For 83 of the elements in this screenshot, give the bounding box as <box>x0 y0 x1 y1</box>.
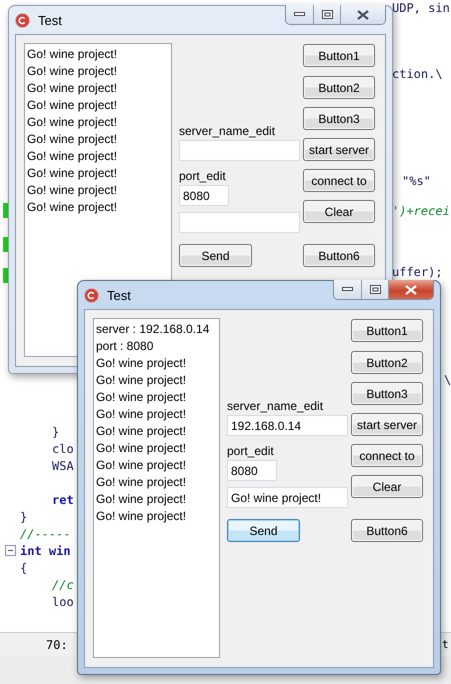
field-label: server_name_edit <box>179 123 276 140</box>
field-label: port_edit <box>179 168 227 185</box>
maximize-button[interactable] <box>313 5 340 24</box>
maximize-icon <box>322 10 332 19</box>
field-label: server_name_edit <box>227 398 324 415</box>
log-line: Go! wine project! <box>96 508 188 525</box>
message-field[interactable]: Go! wine project! <box>227 487 348 508</box>
field-label: port_edit <box>227 443 275 460</box>
log-line: Go! wine project! <box>27 80 118 97</box>
window-title: Test <box>107 288 131 302</box>
server-name-field[interactable]: 192.168.0.14 <box>227 415 348 436</box>
push-button[interactable]: Button1 <box>303 44 375 67</box>
code-text: { <box>20 560 28 577</box>
log-line: Go! wine project! <box>27 182 118 199</box>
log-line: Go! wine project! <box>96 474 188 491</box>
close-button[interactable] <box>388 280 433 299</box>
minimize-icon <box>294 12 305 17</box>
push-button[interactable]: start server <box>303 138 375 161</box>
app-icon <box>15 12 30 28</box>
push-button[interactable]: Button6 <box>351 519 423 542</box>
push-button[interactable]: Button1 <box>351 319 423 342</box>
log-line: Go! wine project! <box>27 148 118 165</box>
log-line: Go! wine project! <box>96 372 188 389</box>
log-line: Go! wine project! <box>96 491 188 508</box>
code-text: WSA <box>52 458 74 475</box>
push-button[interactable]: Button3 <box>303 107 375 130</box>
log-line: Go! wine project! <box>27 114 118 131</box>
log-line: Go! wine project! <box>27 63 118 80</box>
log-line: Go! wine project! <box>27 165 118 182</box>
log-line: Go! wine project! <box>27 46 118 63</box>
port-field[interactable]: 8080 <box>227 460 277 481</box>
log-line: Go! wine project! <box>96 355 188 372</box>
collapse-icon[interactable] <box>5 545 16 556</box>
push-button[interactable]: start server <box>351 413 423 436</box>
log-line: Go! wine project! <box>96 423 188 440</box>
push-button[interactable]: connect to <box>351 444 423 467</box>
log-line: port : 8080 <box>96 338 154 355</box>
cursor-position: 70: <box>46 638 68 652</box>
code-text: ')+recei <box>392 203 450 220</box>
push-button[interactable]: Button6 <box>303 244 375 267</box>
code-text: \ <box>444 372 451 389</box>
code-text: //c <box>52 577 74 594</box>
maximize-icon <box>370 285 380 294</box>
log-line: Go! wine project! <box>96 389 188 406</box>
log-line: Go! wine project! <box>27 97 118 114</box>
log-line: Go! wine project! <box>27 199 118 216</box>
code-text: "%s" <box>402 173 431 190</box>
push-button[interactable]: connect to <box>303 169 375 192</box>
maximize-button[interactable] <box>361 280 388 299</box>
log-line: Go! wine project! <box>27 131 118 148</box>
close-icon <box>357 10 369 20</box>
send-button[interactable]: Send <box>179 244 252 267</box>
log-list[interactable] <box>93 318 220 658</box>
window-title: Test <box>38 12 62 28</box>
code-text: } <box>20 509 28 526</box>
log-line: Go! wine project! <box>96 457 188 474</box>
log-line: Go! wine project! <box>96 406 188 423</box>
code-text: UDP, sin <box>392 0 450 17</box>
app-icon <box>84 288 99 302</box>
close-icon <box>405 284 417 294</box>
minimize-button[interactable] <box>286 5 313 24</box>
code-text: //----- <box>20 526 71 543</box>
code-text: } <box>52 424 60 441</box>
code-text: int win <box>20 543 71 560</box>
code-text: ret <box>52 492 74 509</box>
port-field[interactable]: 8080 <box>179 185 229 206</box>
code-text: clo <box>52 441 74 458</box>
push-button[interactable]: Clear <box>303 200 375 223</box>
message-field[interactable] <box>179 212 300 233</box>
code-text: uffer); <box>392 264 443 281</box>
status-text: t. <box>442 638 451 651</box>
push-button[interactable]: Clear <box>351 475 423 498</box>
code-text: loo <box>52 594 74 611</box>
push-button[interactable]: Button2 <box>303 76 375 99</box>
server-name-field[interactable] <box>179 140 300 161</box>
minimize-icon <box>342 287 353 292</box>
code-text: ction.\ <box>392 66 443 83</box>
push-button[interactable]: Button2 <box>351 351 423 374</box>
push-button[interactable]: Button3 <box>351 382 423 405</box>
close-button[interactable] <box>340 5 385 24</box>
log-line: Go! wine project! <box>96 440 188 457</box>
send-button[interactable]: Send <box>227 519 300 542</box>
minimize-button[interactable] <box>334 280 361 299</box>
